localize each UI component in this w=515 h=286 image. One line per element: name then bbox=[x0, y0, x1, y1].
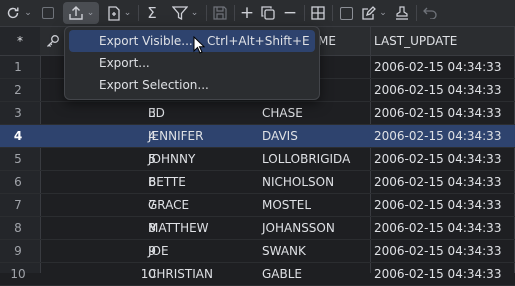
cell-last-name[interactable]: LOLLOBRIGIDA bbox=[262, 148, 370, 170]
cell-last-update[interactable]: 2006-02-15 04:34:33 bbox=[374, 125, 515, 147]
row-number[interactable]: 10 bbox=[0, 263, 36, 285]
cell-last-update[interactable]: 2006-02-15 04:34:33 bbox=[374, 102, 515, 124]
export-button[interactable]: ⌄ bbox=[63, 2, 99, 24]
edit-icon bbox=[362, 5, 377, 20]
row-number[interactable]: 9 bbox=[0, 240, 36, 262]
save-icon[interactable] bbox=[211, 2, 229, 24]
cell-first-name[interactable]: CHRISTIAN bbox=[148, 263, 258, 285]
import-icon bbox=[108, 5, 120, 21]
cell-last-name[interactable]: JOHANSSON bbox=[262, 217, 370, 239]
refresh-chevron-icon[interactable]: ⌄ bbox=[22, 2, 34, 24]
sum-icon[interactable]: Σ bbox=[143, 2, 161, 24]
cell-actor-id[interactable]: 4 bbox=[44, 125, 156, 147]
table-row[interactable]: 6 6 BETTE NICHOLSON 2006-02-15 04:34:33 bbox=[0, 171, 515, 194]
cell-last-update[interactable]: 2006-02-15 04:34:33 bbox=[374, 263, 515, 285]
cell-first-name[interactable]: JENNIFER bbox=[148, 125, 258, 147]
toolbar-divider bbox=[234, 5, 235, 21]
table-row[interactable]: 8 8 MATTHEW JOHANSSON 2006-02-15 04:34:33 bbox=[0, 217, 515, 240]
filter-button[interactable]: ⌄ bbox=[168, 2, 202, 24]
export-menu: Export Visible... Ctrl+Alt+Shift+E Expor… bbox=[64, 26, 320, 100]
export-icon bbox=[69, 6, 83, 20]
cell-last-name[interactable]: SWANK bbox=[262, 240, 370, 262]
toolbar-divider bbox=[416, 5, 417, 21]
toolbar-divider bbox=[332, 5, 333, 21]
cell-last-update[interactable]: 2006-02-15 04:34:33 bbox=[374, 56, 515, 78]
header-last-name[interactable]: ME bbox=[318, 27, 368, 55]
table-row[interactable]: 4 4 JENNIFER DAVIS 2006-02-15 04:34:33 bbox=[0, 125, 515, 148]
cell-first-name[interactable]: BETTE bbox=[148, 171, 258, 193]
mouse-cursor-icon bbox=[193, 36, 205, 54]
cell-actor-id[interactable]: 10 bbox=[44, 263, 156, 285]
table-row[interactable]: 10 10 CHRISTIAN GABLE 2006-02-15 04:34:33 bbox=[0, 263, 515, 286]
table-row[interactable]: 7 7 GRACE MOSTEL 2006-02-15 04:34:33 bbox=[0, 194, 515, 217]
cell-last-update[interactable]: 2006-02-15 04:34:33 bbox=[374, 194, 515, 216]
cell-first-name[interactable]: JOHNNY bbox=[148, 148, 258, 170]
toolbar-divider bbox=[206, 5, 207, 21]
cell-actor-id[interactable]: 7 bbox=[44, 194, 156, 216]
row-number[interactable]: 1 bbox=[0, 56, 36, 78]
checkbox-icon[interactable] bbox=[337, 2, 355, 24]
cell-first-name[interactable]: JOE bbox=[148, 240, 258, 262]
row-number[interactable]: 8 bbox=[0, 217, 36, 239]
delete-row-icon[interactable]: − bbox=[281, 2, 299, 24]
grid-view-icon[interactable] bbox=[309, 2, 327, 24]
cell-last-update[interactable]: 2006-02-15 04:34:33 bbox=[374, 171, 515, 193]
menu-item-export[interactable]: Export... bbox=[69, 52, 315, 74]
toolbar-divider bbox=[138, 5, 139, 21]
stop-icon[interactable] bbox=[40, 2, 56, 24]
menu-item-label: Export Selection... bbox=[99, 78, 209, 92]
cell-actor-id[interactable]: 5 bbox=[44, 148, 156, 170]
key-icon bbox=[46, 27, 62, 55]
cell-last-name[interactable]: GABLE bbox=[262, 263, 370, 285]
row-number[interactable]: 6 bbox=[0, 171, 36, 193]
cell-last-name[interactable]: CHASE bbox=[262, 102, 370, 124]
stamp-icon[interactable] bbox=[393, 2, 411, 24]
cell-last-update[interactable]: 2006-02-15 04:34:33 bbox=[374, 240, 515, 262]
row-number[interactable]: 3 bbox=[0, 102, 36, 124]
table-row[interactable]: 9 9 JOE SWANK 2006-02-15 04:34:33 bbox=[0, 240, 515, 263]
edit-button[interactable]: ⌄ bbox=[358, 2, 390, 24]
cell-actor-id[interactable]: 9 bbox=[44, 240, 156, 262]
cell-first-name[interactable]: GRACE bbox=[148, 194, 258, 216]
filter-icon bbox=[171, 6, 188, 20]
header-rownum[interactable]: * bbox=[0, 27, 40, 55]
import-button[interactable]: ⌄ bbox=[103, 2, 135, 24]
undo-icon[interactable] bbox=[421, 2, 439, 24]
cell-last-update[interactable]: 2006-02-15 04:34:33 bbox=[374, 79, 515, 101]
table-row[interactable]: 5 5 JOHNNY LOLLOBRIGIDA 2006-02-15 04:34:33 bbox=[0, 148, 515, 171]
cell-last-name[interactable]: DAVIS bbox=[262, 125, 370, 147]
menu-item-export-selection[interactable]: Export Selection... bbox=[69, 74, 315, 96]
cell-actor-id[interactable]: 3 bbox=[44, 102, 156, 124]
cell-last-name[interactable]: NICHOLSON bbox=[262, 171, 370, 193]
duplicate-row-icon[interactable] bbox=[259, 2, 277, 24]
header-last-update[interactable]: LAST_UPDATE bbox=[374, 27, 515, 55]
menu-item-export-visible[interactable]: Export Visible... Ctrl+Alt+Shift+E bbox=[69, 30, 315, 52]
row-number[interactable]: 5 bbox=[0, 148, 36, 170]
row-number[interactable]: 4 bbox=[0, 125, 36, 147]
toolbar-divider bbox=[304, 5, 305, 21]
toolbar: ⌄ ⌄ ⌄ Σ ⌄ + − ⌄ bbox=[0, 0, 515, 27]
cell-last-update[interactable]: 2006-02-15 04:34:33 bbox=[374, 148, 515, 170]
row-number[interactable]: 2 bbox=[0, 79, 36, 101]
row-number[interactable]: 7 bbox=[0, 194, 36, 216]
cell-first-name[interactable]: MATTHEW bbox=[148, 217, 258, 239]
refresh-icon[interactable] bbox=[3, 2, 23, 24]
cell-last-update[interactable]: 2006-02-15 04:34:33 bbox=[374, 217, 515, 239]
menu-item-label: Export... bbox=[99, 56, 150, 70]
cell-actor-id[interactable]: 6 bbox=[44, 171, 156, 193]
table-row[interactable]: 3 3 ED CHASE 2006-02-15 04:34:33 bbox=[0, 102, 515, 125]
menu-item-shortcut: Ctrl+Alt+Shift+E bbox=[207, 34, 310, 48]
menu-item-label: Export Visible... bbox=[99, 34, 193, 48]
cell-first-name[interactable]: ED bbox=[148, 102, 258, 124]
add-row-icon[interactable]: + bbox=[238, 2, 256, 24]
cell-last-name[interactable]: MOSTEL bbox=[262, 194, 370, 216]
cell-actor-id[interactable]: 8 bbox=[44, 217, 156, 239]
